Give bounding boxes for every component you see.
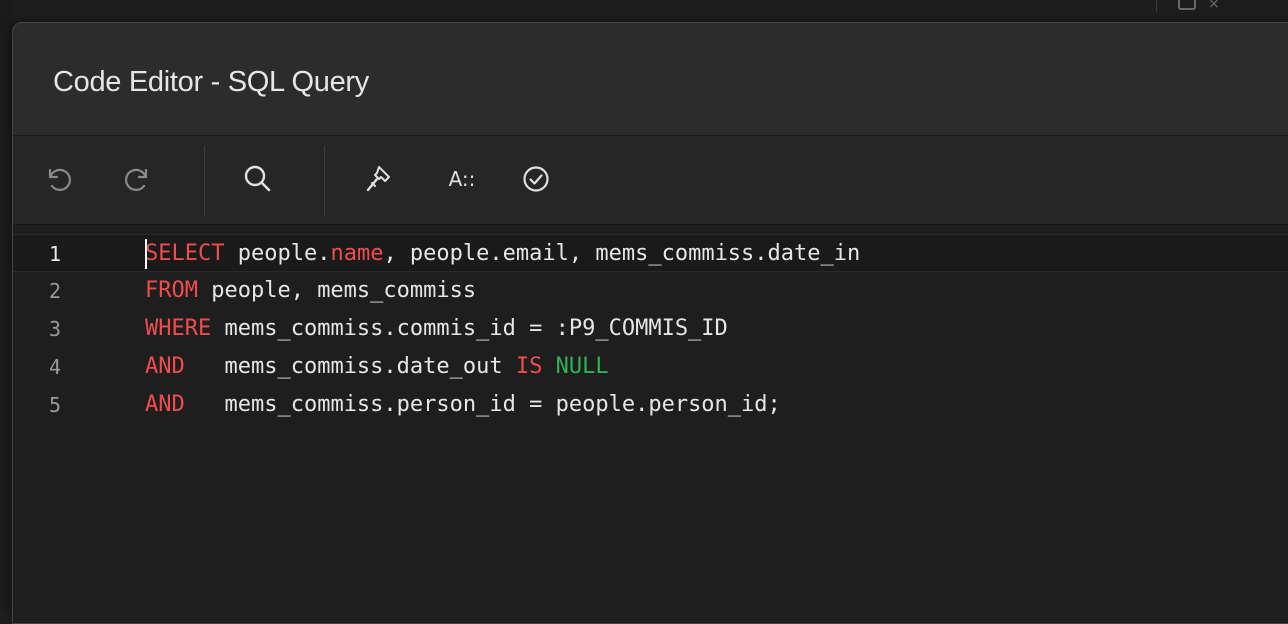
font-size-label: A:: [448, 167, 476, 191]
editor-toolbar: A:: [13, 136, 1288, 225]
validate-button[interactable] [513, 156, 559, 202]
sql-text: mems_commiss.commis_id = :P9_COMMIS_ID [211, 316, 728, 341]
search-button[interactable] [235, 156, 281, 202]
code-text: WHERE mems_commiss.commis_id = :P9_COMMI… [145, 310, 728, 348]
code-text: AND mems_commiss.person_id = people.pers… [145, 386, 781, 424]
sql-keyword: AND [145, 354, 185, 379]
dialog-title: Code Editor - SQL Query [53, 66, 369, 98]
sql-keyword: SELECT [145, 241, 225, 266]
line-number: 2 [49, 279, 62, 303]
undo-icon [48, 168, 72, 191]
code-text: FROM people, mems_commiss [145, 272, 476, 310]
background-window-edge [1156, 0, 1237, 12]
line-number: 4 [49, 355, 62, 379]
text-cursor [145, 239, 147, 269]
sql-keyword: IS [515, 354, 543, 379]
background-panel [0, 0, 12, 609]
sql-text: mems_commiss.date_out [184, 354, 516, 379]
code-line[interactable]: 2 FROM people, mems_commiss [13, 272, 1288, 310]
redo-button[interactable] [115, 156, 161, 202]
background-restore-icon [1178, 0, 1196, 10]
search-icon [244, 165, 271, 192]
hammer-icon [366, 166, 390, 192]
code-text: AND mems_commiss.date_out IS NULL [145, 348, 609, 386]
line-number: 1 [49, 242, 62, 266]
dialog-header: Code Editor - SQL Query [13, 23, 1288, 136]
sql-text: mems_commiss.person_id = people.person_i… [184, 392, 781, 417]
sql-literal: NULL [555, 354, 609, 379]
redo-icon [124, 168, 148, 191]
sql-keyword: AND [145, 392, 185, 417]
line-number: 3 [49, 317, 62, 341]
line-number: 5 [49, 393, 62, 417]
format-button[interactable] [356, 156, 402, 202]
check-circle-icon [523, 166, 549, 192]
sql-keyword: WHERE [145, 316, 212, 341]
background-close-icon: × [1208, 0, 1220, 12]
toolbar-separator [324, 146, 325, 216]
code-line[interactable]: 1 SELECT people.name, people.email, mems_… [13, 234, 1288, 272]
sql-text: people. [224, 241, 331, 266]
code-editor-area[interactable]: 1 SELECT people.name, people.email, mems_… [13, 225, 1288, 623]
code-line[interactable]: 5 AND mems_commiss.person_id = people.per… [13, 386, 1288, 424]
code-line[interactable]: 3 WHERE mems_commiss.commis_id = :P9_COMM… [13, 310, 1288, 348]
code-line[interactable]: 4 AND mems_commiss.date_out IS NULL [13, 348, 1288, 386]
code-text: SELECT people.name, people.email, mems_c… [145, 235, 860, 273]
font-size-button[interactable]: A:: [439, 156, 485, 202]
undo-button[interactable] [35, 156, 81, 202]
toolbar-separator [204, 146, 205, 216]
sql-text: people, mems_commiss [197, 278, 477, 303]
sql-keyword: FROM [145, 278, 198, 303]
sql-keyword: name [330, 241, 384, 266]
sql-text: , people.email, mems_commiss.date_in [383, 241, 861, 266]
code-editor-dialog: Code Editor - SQL Query A:: 1 SELECT peo… [12, 22, 1288, 624]
